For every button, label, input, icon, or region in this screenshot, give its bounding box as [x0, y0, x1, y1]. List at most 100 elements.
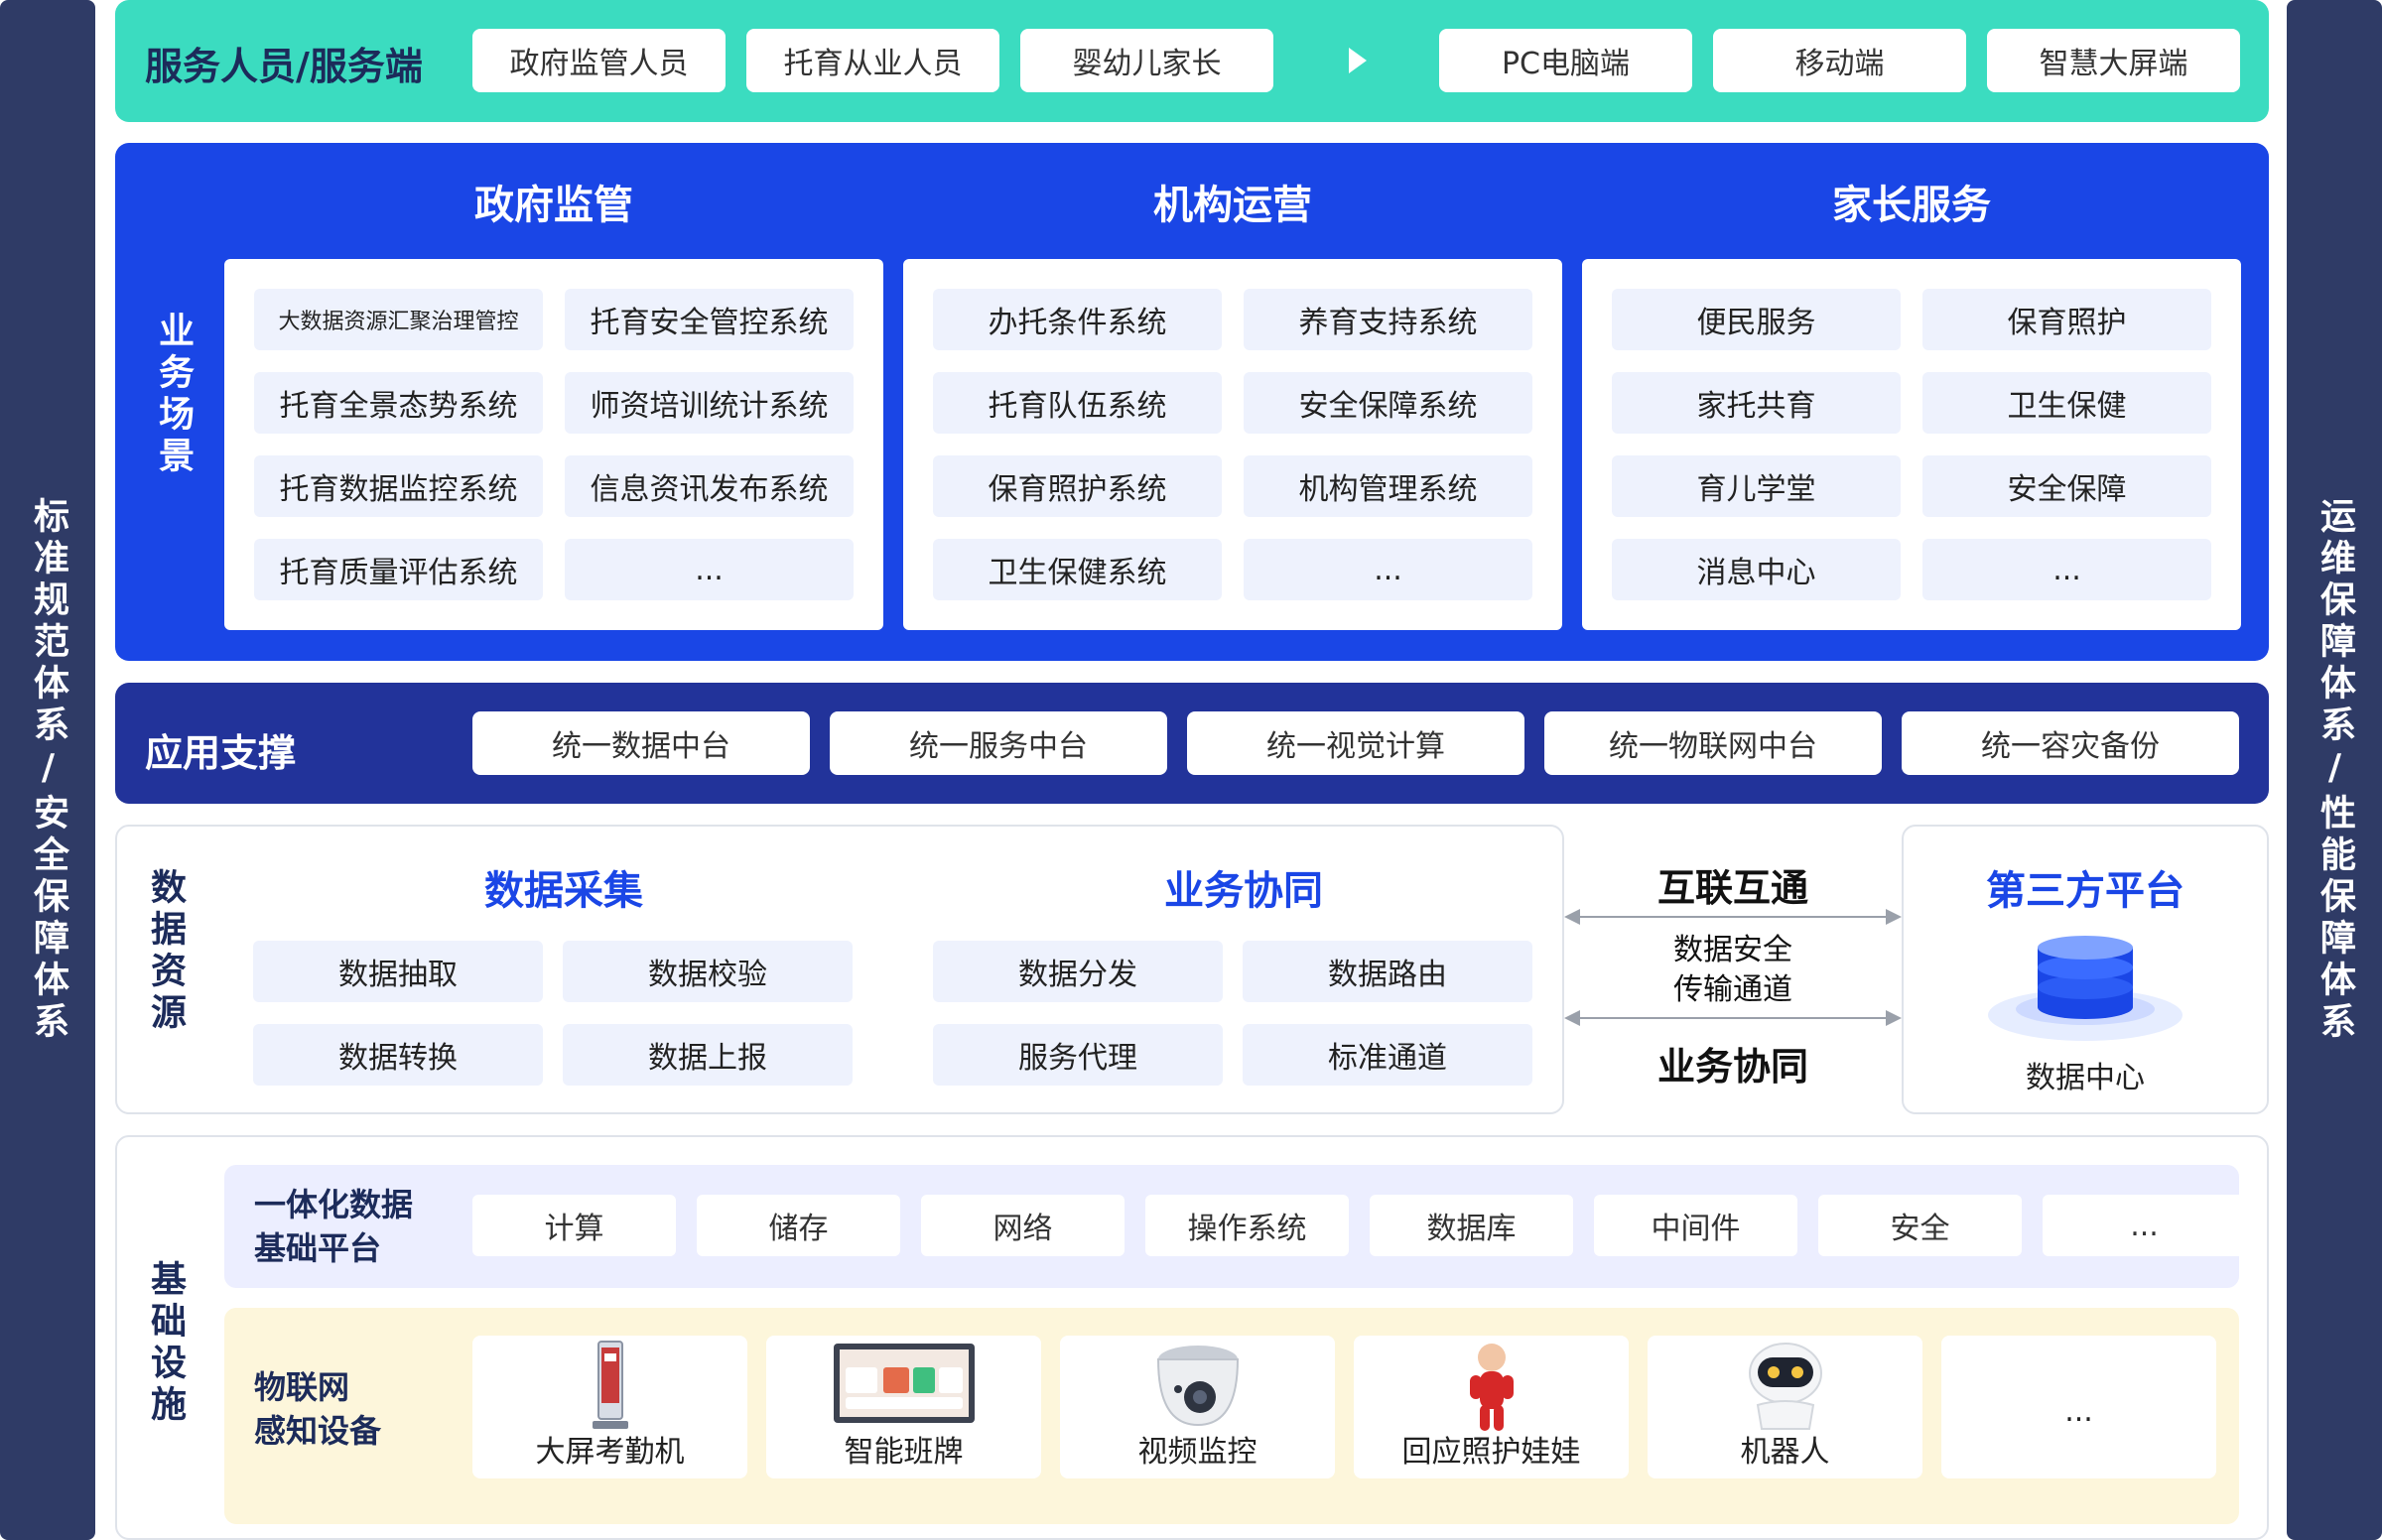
iot-label-2: 感知设备	[254, 1412, 382, 1450]
business-item: ...	[1922, 539, 2211, 600]
col-title-gov: 政府监管	[474, 183, 633, 228]
business-item: 托育质量评估系统	[254, 539, 543, 600]
business-item: 办托条件系统	[933, 289, 1222, 350]
device-card: 大屏考勤机	[472, 1336, 747, 1478]
platform-item: 网络	[921, 1195, 1125, 1256]
business-item: 保育照护系统	[933, 455, 1222, 517]
infra-band: 基础设施 一体化数据 基础平台 计算 储存 网络 操作系统 数据库 中间件 安全…	[115, 1135, 2269, 1540]
arrow-right-icon	[1886, 909, 1902, 925]
support-band: 应用支撑 统一数据中台 统一服务中台 统一视觉计算 统一物联网中台 统一容灾备份	[115, 683, 2269, 804]
platform-item: 安全	[1818, 1195, 2022, 1256]
arrow-left-icon	[1564, 909, 1580, 925]
third-party-band: 第三方平台 数据中心	[1902, 825, 2269, 1114]
left-side-bar: 标准规范体系/安全保障体系	[0, 0, 95, 1540]
database-label: 数据中心	[2026, 1061, 2145, 1095]
platform-label-2: 基础平台	[254, 1229, 382, 1267]
data-item: 数据转换	[253, 1024, 543, 1086]
business-item: 师资培训统计系统	[565, 372, 854, 434]
link-top-text: 互联互通	[1656, 866, 1808, 910]
col-title-org: 机构运营	[1153, 183, 1312, 228]
device-name: 回应照护娃娃	[1401, 1435, 1581, 1470]
device-name: 视频监控	[1137, 1435, 1257, 1470]
business-item: 托育数据监控系统	[254, 455, 543, 517]
data-collect-title: 数据采集	[484, 868, 643, 914]
user-gov: 政府监管人员	[472, 29, 726, 92]
panel-gov: 大数据资源汇聚治理管控 托育安全管控系统 托育全景态势系统 师资培训统计系统 托…	[224, 259, 883, 630]
link-line-bottom	[1574, 1017, 1892, 1019]
device-card: 视频监控	[1060, 1336, 1335, 1478]
right-side-bar: 运维保障体系/性能保障体系	[2287, 0, 2382, 1540]
business-item: 安全保障系统	[1244, 372, 1532, 434]
platform-item: 操作系统	[1145, 1195, 1349, 1256]
business-item: 家托共育	[1612, 372, 1901, 434]
kiosk-icon	[592, 1341, 628, 1429]
platform-band: 一体化数据 基础平台 计算 储存 网络 操作系统 数据库 中间件 安全 ...	[224, 1165, 2246, 1288]
robot-icon	[1748, 1343, 1822, 1430]
terminal-screen: 智慧大屏端	[1987, 29, 2240, 92]
data-item: 标准通道	[1243, 1024, 1532, 1086]
business-item: ...	[565, 539, 854, 600]
arrow-right-icon	[1886, 1010, 1902, 1026]
support-item: 统一容灾备份	[1902, 711, 2239, 775]
device-card: 智能班牌	[766, 1336, 1041, 1478]
data-item: 数据抽取	[253, 941, 543, 1002]
terminal-mobile: 移动端	[1713, 29, 1966, 92]
third-party-title: 第三方平台	[1986, 868, 2184, 914]
business-item: 便民服务	[1612, 289, 1901, 350]
business-item: 机构管理系统	[1244, 455, 1532, 517]
business-item: 保育照护	[1922, 289, 2211, 350]
left-side-text: 标准规范体系/安全保障体系	[28, 496, 68, 1044]
business-item: 安全保障	[1922, 455, 2211, 517]
col-title-parent: 家长服务	[1832, 183, 1991, 228]
business-item: 育儿学堂	[1612, 455, 1901, 517]
data-item: 服务代理	[933, 1024, 1223, 1086]
panel-parent: 便民服务 保育照护 家托共育 卫生保健 育儿学堂 安全保障 消息中心 ...	[1582, 259, 2241, 630]
user-parent: 婴幼儿家长	[1020, 29, 1273, 92]
camera-icon	[1156, 1346, 1239, 1427]
business-item: 托育安全管控系统	[565, 289, 854, 350]
platform-item: ...	[2043, 1195, 2246, 1256]
data-label: 数据资源	[145, 868, 186, 1035]
business-item: 托育队伍系统	[933, 372, 1222, 434]
data-item: 数据上报	[563, 1024, 853, 1086]
link-middle-2: 传输通道	[1673, 972, 1792, 1007]
baby-doll-icon	[1469, 1344, 1514, 1431]
platform-label-1: 一体化数据	[254, 1186, 414, 1223]
business-item: ...	[1244, 539, 1532, 600]
support-title: 应用支撑	[145, 731, 297, 775]
data-item: 数据路由	[1243, 941, 1532, 1002]
support-item: 统一物联网中台	[1544, 711, 1882, 775]
device-name: 大屏考勤机	[535, 1435, 685, 1470]
support-item: 统一服务中台	[830, 711, 1167, 775]
business-item: 消息中心	[1612, 539, 1901, 600]
business-label: 业务场景	[153, 312, 194, 478]
iot-label-1: 物联网	[254, 1368, 350, 1406]
platform-item: 储存	[697, 1195, 900, 1256]
business-item: 大数据资源汇聚治理管控	[254, 289, 543, 350]
iot-band: 物联网 感知设备 大屏考勤机 智能班牌 视频监控 回应照护娃娃 机器人 ...	[224, 1308, 2239, 1524]
database-icon	[1988, 936, 2183, 1041]
device-card: ...	[1941, 1336, 2216, 1478]
terminal-pc: PC电脑端	[1439, 29, 1692, 92]
link-bottom-text: 业务协同	[1656, 1045, 1808, 1089]
smart-board-icon	[833, 1344, 975, 1423]
device-card: 回应照护娃娃	[1354, 1336, 1629, 1478]
service-band: 服务人员/服务端 政府监管人员 托育从业人员 婴幼儿家长 PC电脑端 移动端 智…	[115, 0, 2269, 122]
business-item: 卫生保健系统	[933, 539, 1222, 600]
arrow-right-icon	[1349, 48, 1367, 73]
platform-item: 中间件	[1594, 1195, 1797, 1256]
device-name: 智能班牌	[844, 1435, 964, 1470]
support-item: 统一数据中台	[472, 711, 810, 775]
platform-item: 数据库	[1370, 1195, 1573, 1256]
data-item: 数据校验	[563, 941, 853, 1002]
support-item: 统一视觉计算	[1187, 711, 1524, 775]
device-name: ...	[2064, 1394, 2093, 1429]
business-band: 业务场景 政府监管 机构运营 家长服务 大数据资源汇聚治理管控 托育安全管控系统…	[115, 143, 2269, 661]
link-middle-1: 数据安全	[1673, 933, 1792, 967]
device-card: 机器人	[1648, 1336, 1922, 1478]
data-item: 数据分发	[933, 941, 1223, 1002]
business-item: 卫生保健	[1922, 372, 2211, 434]
platform-item: 计算	[472, 1195, 676, 1256]
infra-label: 基础设施	[145, 1260, 186, 1427]
arrow-left-icon	[1564, 1010, 1580, 1026]
